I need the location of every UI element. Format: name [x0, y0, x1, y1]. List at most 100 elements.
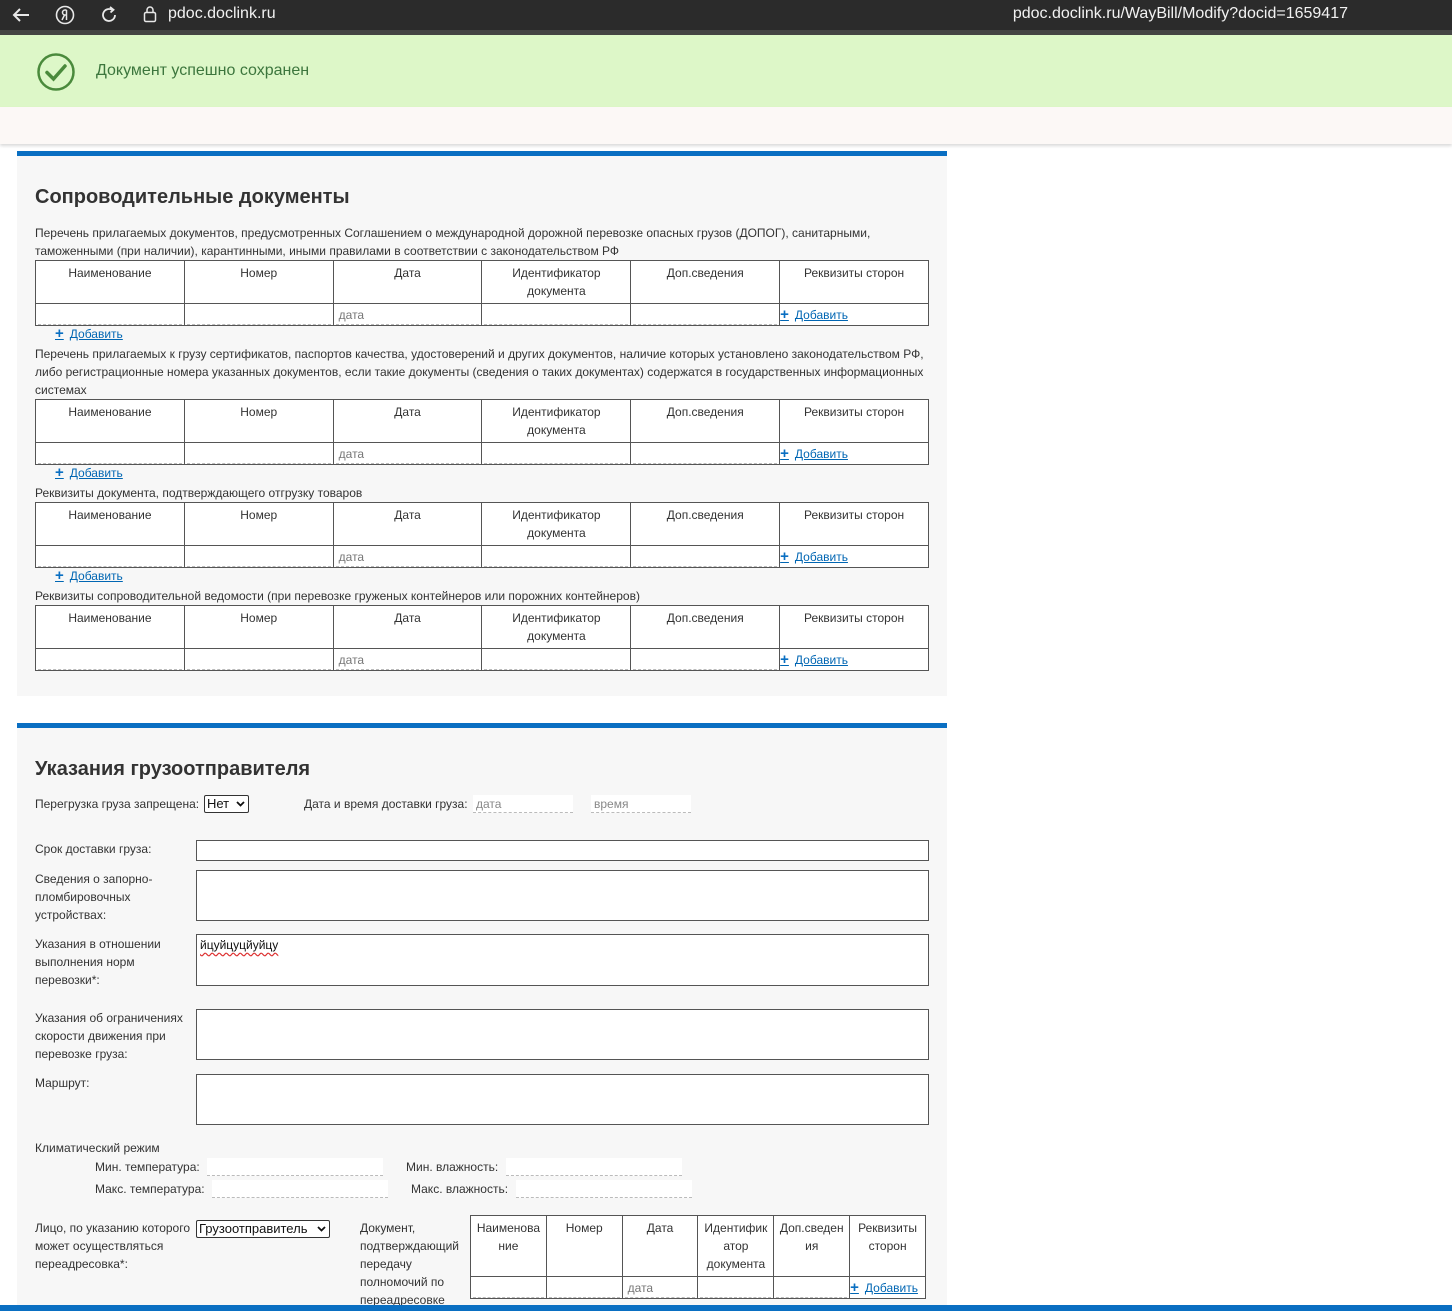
column-header: Дата: [621, 1215, 699, 1277]
add-party-details-link[interactable]: + Добавить: [850, 1278, 918, 1296]
delivery-term-input[interactable]: [196, 840, 929, 861]
lock-icon: [143, 5, 157, 26]
delivery-time-input[interactable]: время: [591, 795, 691, 813]
column-header: Наименова ние: [470, 1215, 547, 1277]
column-header: Наименование: [35, 605, 185, 649]
add-label: Добавить: [794, 549, 848, 564]
extra-info-input[interactable]: [633, 305, 778, 325]
doc-id-input[interactable]: [700, 1278, 772, 1298]
table-row: дата + Добавить: [35, 442, 929, 465]
speed-limit-textarea[interactable]: [196, 1009, 929, 1060]
redirect-person-label: Лицо, по указанию которого может осущест…: [35, 1221, 191, 1271]
plus-icon: +: [780, 444, 789, 462]
number-input[interactable]: [186, 547, 331, 567]
name-input[interactable]: [38, 547, 182, 567]
date-input[interactable]: дата: [335, 650, 480, 670]
reload-forbidden-select[interactable]: Нет: [204, 795, 249, 813]
column-header: Реквизиты сторон: [779, 260, 929, 304]
section-caption-4: Реквизиты сопроводительной ведомости (пр…: [35, 589, 640, 603]
redirect-docs-table: Наименова ние Номер Дата Идентифик атор …: [470, 1215, 926, 1299]
doc-id-input[interactable]: [484, 650, 629, 670]
plus-icon: +: [780, 547, 789, 565]
norms-label: Указания в отношении выполнения норм пер…: [35, 937, 161, 987]
redirect-doc-label: Документ, подтверждающий передачу полном…: [360, 1221, 459, 1307]
norms-value: йцуйцуцйуйцу: [200, 938, 279, 952]
docs-table-4: Наименование Номер Дата Идентификатор до…: [35, 605, 929, 671]
add-row-button[interactable]: + Добавить: [55, 326, 123, 341]
number-input[interactable]: [548, 1278, 620, 1298]
seals-textarea[interactable]: [196, 870, 929, 921]
max-temp-label: Макс. температура:: [95, 1182, 205, 1196]
doc-id-input[interactable]: [484, 547, 629, 567]
table-row: дата + Добавить: [35, 303, 929, 326]
address-url[interactable]: pdoc.doclink.ru/WayBill/Modify?docid=165…: [1013, 5, 1348, 23]
table-row: дата + Добавить: [35, 545, 929, 568]
column-header: Доп.сведения: [630, 605, 781, 649]
min-humidity-input[interactable]: [506, 1158, 682, 1176]
add-party-details-link[interactable]: + Добавить: [780, 650, 848, 668]
doc-id-input[interactable]: [484, 305, 629, 325]
add-party-details-link[interactable]: + Добавить: [780, 547, 848, 565]
name-input[interactable]: [38, 305, 182, 325]
doc-id-input[interactable]: [484, 444, 629, 464]
delivery-date-input[interactable]: дата: [473, 795, 573, 813]
norms-textarea[interactable]: йцуйцуцйуйцу: [196, 934, 929, 986]
chevron-down-icon: [236, 801, 245, 807]
back-arrow-icon[interactable]: [9, 3, 33, 27]
accompanying-docs-panel: Сопроводительные документы Перечень прил…: [17, 151, 947, 696]
shipper-instructions-panel: Указания грузоотправителя Перегрузка гру…: [17, 723, 947, 1307]
section-caption-1: Перечень прилагаемых документов, предусм…: [35, 226, 871, 258]
extra-info-input[interactable]: [633, 444, 778, 464]
date-input[interactable]: дата: [335, 444, 480, 464]
yandex-logo-icon[interactable]: [53, 3, 77, 27]
table-row: дата + Добавить: [470, 1276, 926, 1299]
number-input[interactable]: [186, 650, 331, 670]
column-header: Наименование: [35, 502, 185, 546]
column-header: Реквизиты сторон: [779, 502, 929, 546]
delivery-datetime-label: Дата и время доставки груза:: [304, 797, 468, 811]
number-input[interactable]: [186, 444, 331, 464]
add-party-details-link[interactable]: + Добавить: [780, 307, 848, 322]
add-row-button[interactable]: + Добавить: [55, 568, 123, 583]
add-row-button[interactable]: + Добавить: [55, 464, 123, 481]
column-header: Доп.сведения: [630, 502, 781, 546]
redirect-person-select[interactable]: Грузоотправитель: [196, 1220, 330, 1238]
min-humidity-label: Мин. влажность:: [406, 1160, 499, 1174]
plus-icon: +: [780, 650, 789, 668]
date-input[interactable]: дата: [624, 1278, 696, 1298]
route-textarea[interactable]: [196, 1074, 929, 1125]
min-temp-label: Мин. температура:: [95, 1160, 200, 1174]
column-header: Наименование: [35, 399, 185, 443]
extra-info-input[interactable]: [776, 1278, 848, 1298]
name-input[interactable]: [473, 1278, 544, 1298]
column-header: Доп.сведен ия: [773, 1215, 851, 1277]
min-temp-input[interactable]: [207, 1158, 383, 1176]
extra-info-input[interactable]: [633, 547, 778, 567]
column-header: Дата: [332, 605, 483, 649]
name-input[interactable]: [38, 650, 182, 670]
plus-icon: +: [55, 464, 64, 481]
section-caption-2: Перечень прилагаемых к грузу сертификато…: [35, 347, 924, 397]
add-label: Добавить: [864, 1280, 918, 1295]
max-temp-input[interactable]: [212, 1180, 388, 1198]
docs-table-1: Наименование Номер Дата Идентификатор до…: [35, 260, 929, 326]
extra-info-input[interactable]: [633, 650, 778, 670]
add-party-details-link[interactable]: + Добавить: [780, 444, 848, 462]
date-input[interactable]: дата: [335, 305, 480, 325]
column-header: Идентифик атор документа: [697, 1215, 775, 1277]
column-header: Реквизиты сторон: [849, 1215, 926, 1277]
select-value: Грузоотправитель: [199, 1221, 308, 1236]
address-domain[interactable]: pdoc.doclink.ru: [168, 5, 276, 23]
bottom-accent-bar: [0, 1305, 1452, 1311]
column-header: Идентификатор документа: [481, 260, 632, 304]
delivery-term-label: Срок доставки груза:: [35, 842, 152, 856]
date-input[interactable]: дата: [335, 547, 480, 567]
reload-icon[interactable]: [97, 3, 121, 27]
browser-toolbar: pdoc.doclink.ru pdoc.doclink.ru/WayBill/…: [0, 0, 1452, 30]
name-input[interactable]: [38, 444, 182, 464]
max-humidity-input[interactable]: [516, 1180, 692, 1198]
plus-icon: +: [850, 1278, 859, 1296]
number-input[interactable]: [186, 305, 331, 325]
header-spacer: [0, 107, 1452, 144]
check-circle-icon: [36, 52, 76, 95]
